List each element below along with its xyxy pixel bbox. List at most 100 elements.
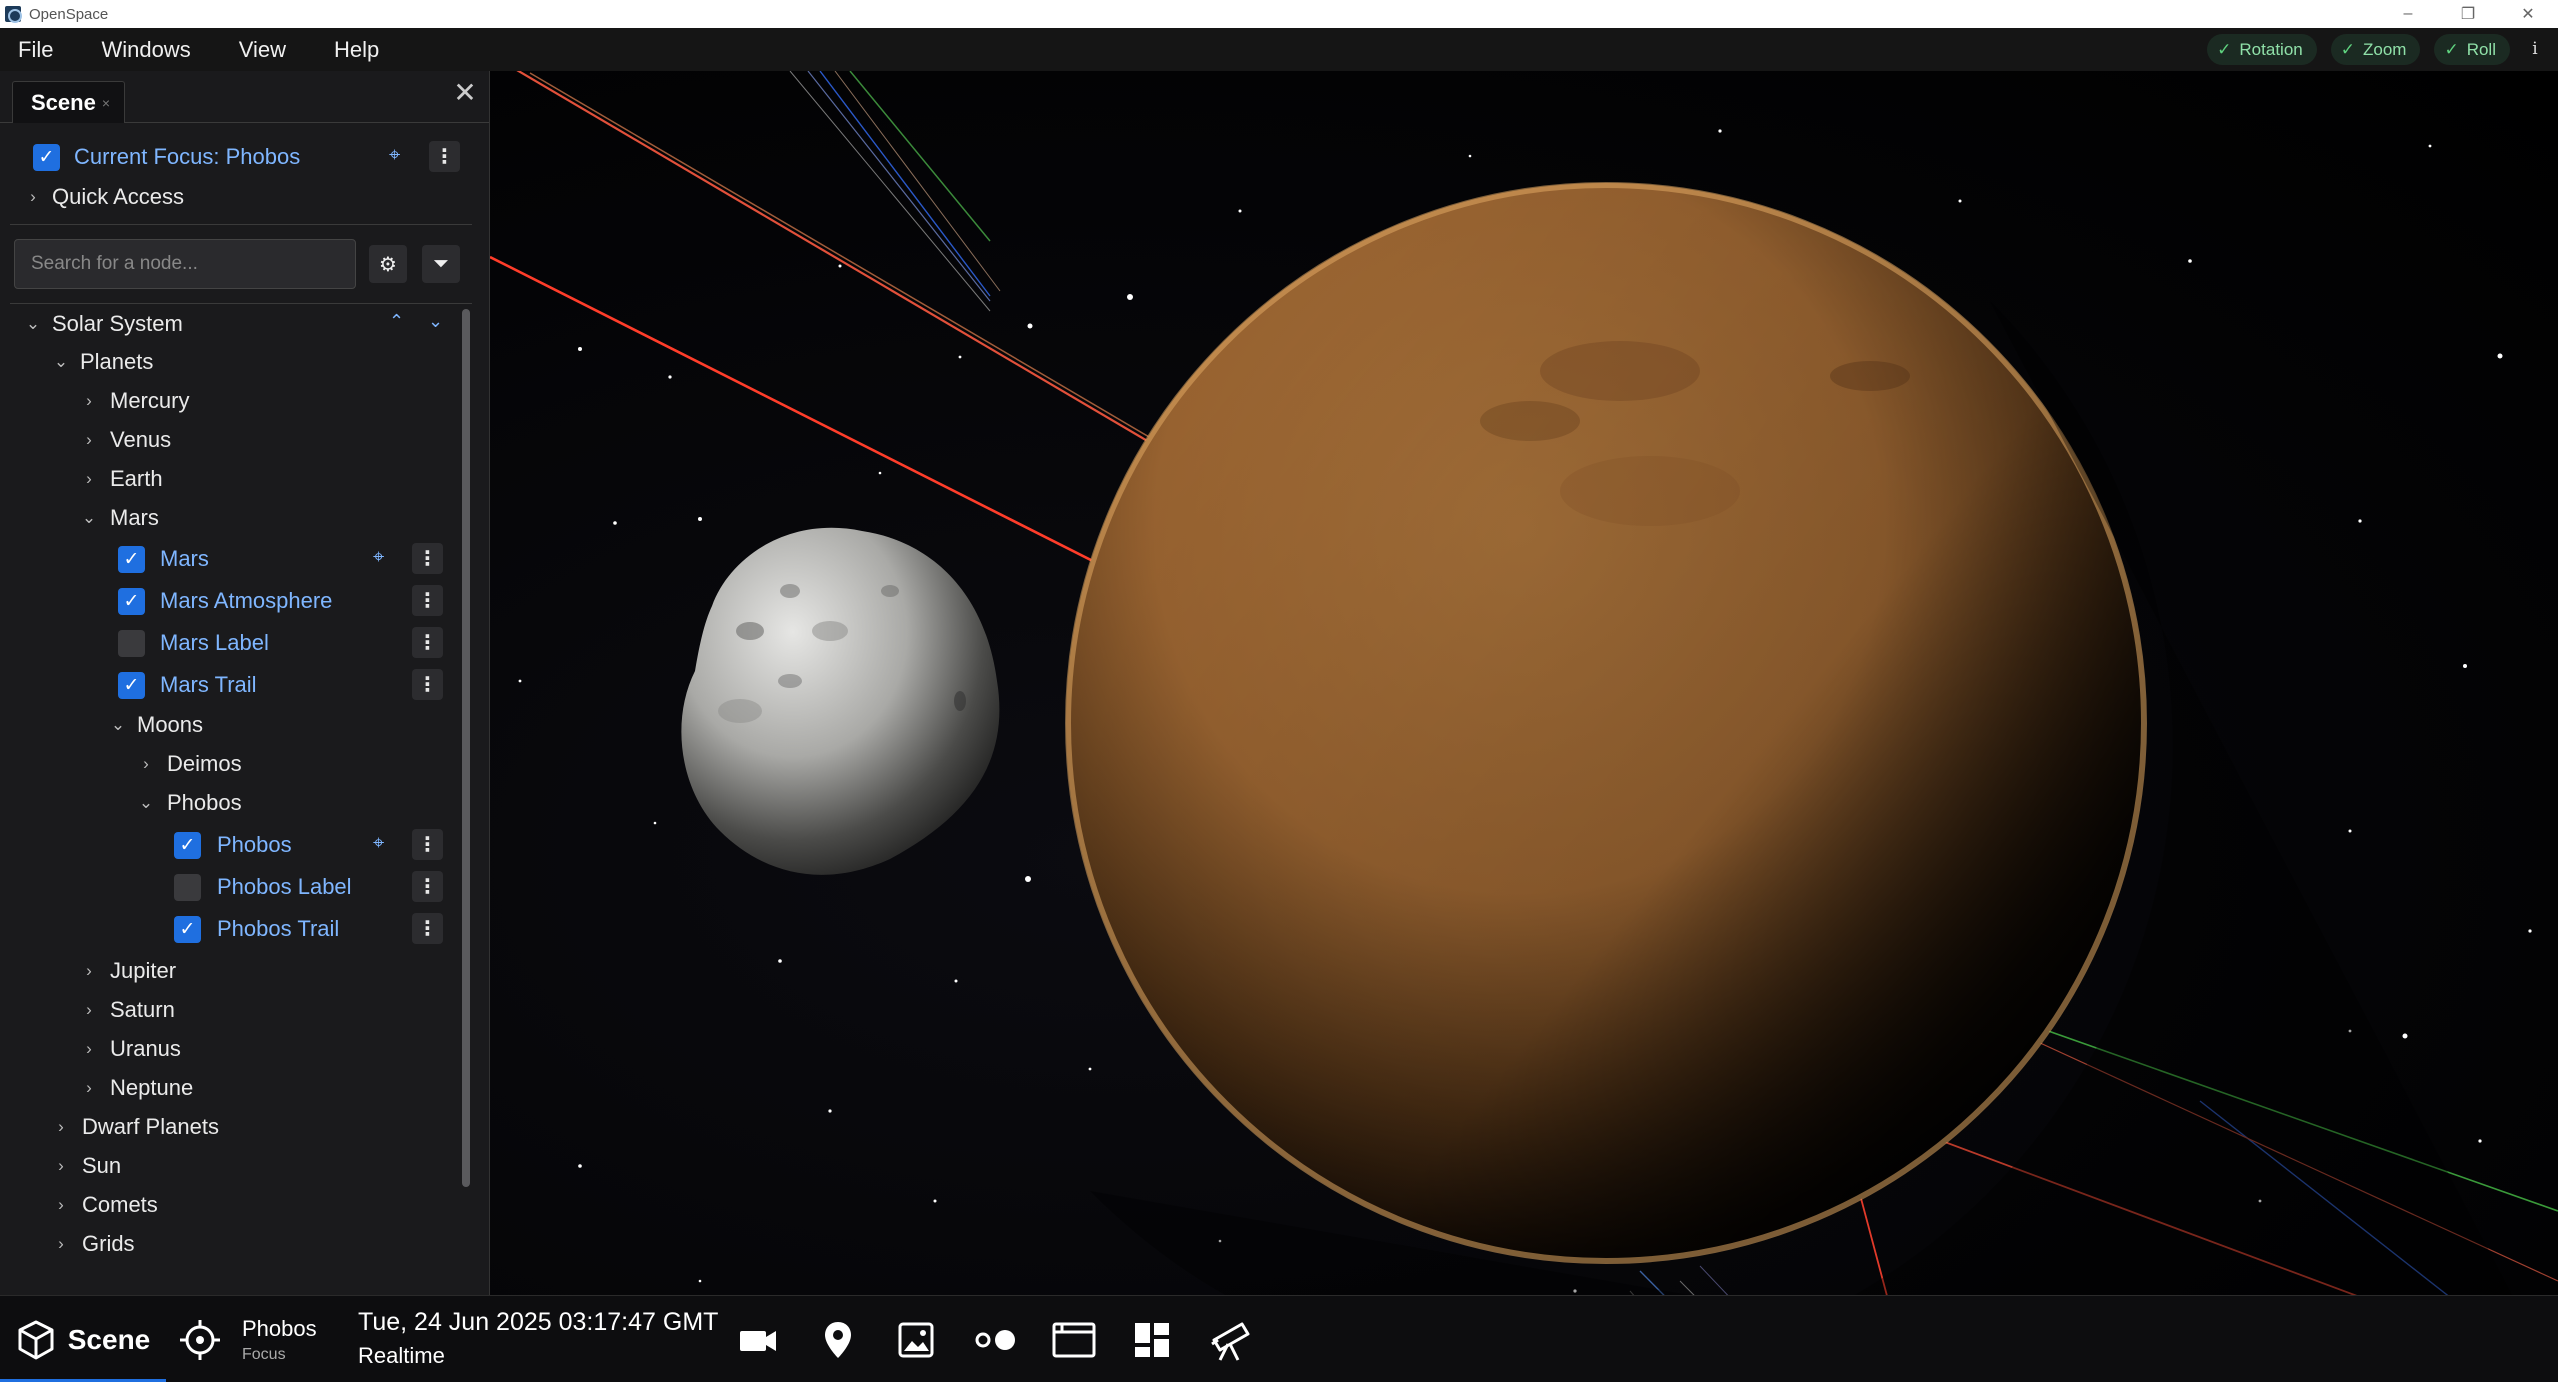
panel-close-button[interactable]: ✕ [451, 79, 479, 107]
tree-item-uranus[interactable]: › Uranus [80, 1031, 181, 1067]
tree-item-deimos[interactable]: › Deimos [137, 746, 241, 782]
tree-scrollbar[interactable] [462, 309, 470, 1187]
zoom-toggle[interactable]: ✓ Zoom [2330, 34, 2421, 65]
tree-item-earth[interactable]: › Earth [80, 461, 162, 497]
tree-node-mars-atmosphere[interactable]: ✓ Mars Atmosphere [118, 583, 332, 619]
tree-label: Mercury [110, 388, 190, 413]
chevron-right-icon: › [58, 1117, 64, 1136]
phobos-moon [681, 527, 1000, 875]
tree-item-neptune[interactable]: › Neptune [80, 1070, 193, 1106]
current-focus-checkbox[interactable]: ✓ [33, 143, 60, 171]
filter-button[interactable]: ⏷ [422, 245, 460, 283]
phobos-menu-button[interactable]: ⋮ [412, 829, 443, 860]
quick-access-row[interactable]: › Quick Access [24, 179, 184, 215]
tree-item-saturn[interactable]: › Saturn [80, 992, 175, 1028]
dashboard-icon[interactable] [1128, 1316, 1176, 1364]
settings-gear-button[interactable]: ⚙ [369, 245, 407, 283]
mars-menu-button[interactable]: ⋮ [412, 543, 443, 574]
tree-item-phobos-group[interactable]: ⌄ Phobos [137, 785, 242, 821]
tree-item-dwarf-planets[interactable]: › Dwarf Planets [52, 1109, 219, 1145]
phobos-trail-checkbox[interactable]: ✓ [174, 915, 201, 943]
expand-all-icon[interactable]: ⌄ [428, 311, 443, 332]
menu-file[interactable]: File [0, 28, 71, 71]
mars-trail-menu-button[interactable]: ⋮ [412, 669, 443, 700]
tree-item-planets[interactable]: ⌄ Planets [52, 344, 154, 380]
mars-atmosphere-checkbox[interactable]: ✓ [118, 587, 145, 615]
tree-node-phobos-trail[interactable]: ✓ Phobos Trail [174, 911, 339, 947]
mars-label-menu-button[interactable]: ⋮ [412, 627, 443, 658]
tree-node-mars[interactable]: ✓ Mars [118, 541, 209, 577]
telescope-icon[interactable] [1206, 1316, 1254, 1364]
menu-help[interactable]: Help [316, 28, 397, 71]
tree-item-mars-group[interactable]: ⌄ Mars [80, 500, 159, 536]
info-button[interactable]: i [2522, 36, 2548, 62]
openspace-app: OpenSpace – ❐ ✕ File Windows View Help ✓… [0, 0, 2558, 1382]
tree-item-mercury[interactable]: › Mercury [80, 383, 189, 419]
chevron-right-icon: › [86, 961, 92, 980]
minimize-button[interactable]: – [2378, 0, 2438, 28]
chevron-down-icon: ⌄ [25, 314, 41, 333]
focus-target-icon[interactable]: ⌖ [373, 546, 384, 569]
tree-label[interactable]: Mars [160, 546, 209, 572]
tree-item-comets[interactable]: › Comets [52, 1187, 158, 1223]
focus-target-icon[interactable]: ⌖ [389, 144, 400, 167]
tree-label[interactable]: Mars Atmosphere [160, 588, 332, 614]
chevron-down-icon: ⌄ [81, 508, 97, 527]
cube-icon [18, 1320, 54, 1359]
tree-node-mars-trail[interactable]: ✓ Mars Trail [118, 667, 257, 703]
phobos-label-checkbox[interactable] [174, 873, 201, 901]
chevron-right-icon: › [58, 1234, 64, 1253]
image-icon[interactable] [892, 1316, 940, 1364]
tree-label[interactable]: Mars Trail [160, 672, 257, 698]
camera-icon[interactable] [734, 1316, 782, 1364]
space-viewport[interactable] [490, 71, 2558, 1382]
focus-menu-button[interactable]: Phobos Focus [178, 1296, 317, 1382]
restore-button[interactable]: ❐ [2438, 0, 2498, 28]
scene-menu-button[interactable]: Scene [0, 1296, 166, 1382]
menu-view[interactable]: View [221, 28, 304, 71]
mars-visibility-checkbox[interactable]: ✓ [118, 545, 145, 573]
tree-item-venus[interactable]: › Venus [80, 422, 171, 458]
tree-label[interactable]: Phobos Label [217, 874, 352, 900]
check-icon: ✓ [2340, 39, 2355, 59]
tree-item-grids[interactable]: › Grids [52, 1226, 134, 1262]
menu-windows[interactable]: Windows [83, 28, 208, 71]
window-icon[interactable] [1050, 1316, 1098, 1364]
close-window-button[interactable]: ✕ [2498, 0, 2558, 28]
mars-label-checkbox[interactable] [118, 629, 145, 657]
rotation-toggle[interactable]: ✓ Rotation [2207, 34, 2317, 65]
tree-item-solar-system[interactable]: ⌄ Solar System [24, 306, 183, 342]
roll-toggle[interactable]: ✓ Roll [2434, 34, 2510, 65]
map-pin-icon[interactable] [814, 1316, 862, 1364]
tree-label[interactable]: Mars Label [160, 630, 269, 656]
tree-item-jupiter[interactable]: › Jupiter [80, 953, 176, 989]
navigation-toggles: ✓ Rotation ✓ Zoom ✓ Roll [2207, 34, 2510, 65]
tree-item-moons[interactable]: ⌄ Moons [109, 707, 203, 743]
orbit-dots-icon[interactable] [972, 1316, 1020, 1364]
phobos-label-menu-button[interactable]: ⋮ [412, 871, 443, 902]
mars-atmosphere-menu-button[interactable]: ⋮ [412, 585, 443, 616]
time-panel-button[interactable]: Tue, 24 Jun 2025 03:17:47 GMT Realtime [358, 1308, 718, 1369]
chevron-right-icon: › [86, 1078, 92, 1097]
tree-node-phobos-label[interactable]: Phobos Label [174, 869, 352, 905]
space-scene [490, 71, 2558, 1382]
tree-node-mars-label[interactable]: Mars Label [118, 625, 269, 661]
phobos-visibility-checkbox[interactable]: ✓ [174, 831, 201, 859]
tree-node-phobos[interactable]: ✓ Phobos [174, 827, 292, 863]
tree-label: Solar System [52, 311, 183, 336]
chevron-right-icon: › [86, 1039, 92, 1058]
collapse-all-icon[interactable]: ⌃ [389, 311, 404, 332]
tree-label[interactable]: Phobos Trail [217, 916, 339, 942]
tab-close-icon[interactable]: × [102, 95, 110, 111]
tree-item-sun[interactable]: › Sun [52, 1148, 121, 1184]
phobos-trail-menu-button[interactable]: ⋮ [412, 913, 443, 944]
search-input[interactable]: Search for a node... [14, 239, 356, 289]
current-focus-label[interactable]: Current Focus: Phobos [74, 144, 300, 170]
current-focus-row[interactable]: ✓ Current Focus: Phobos [33, 139, 300, 175]
current-focus-menu-button[interactable]: ⋮ [429, 141, 460, 172]
mars-trail-checkbox[interactable]: ✓ [118, 671, 145, 699]
tree-label[interactable]: Phobos [217, 832, 292, 858]
tab-scene[interactable]: Scene × [12, 81, 126, 123]
tab-scene-label: Scene [31, 89, 96, 115]
focus-target-icon[interactable]: ⌖ [373, 832, 384, 855]
